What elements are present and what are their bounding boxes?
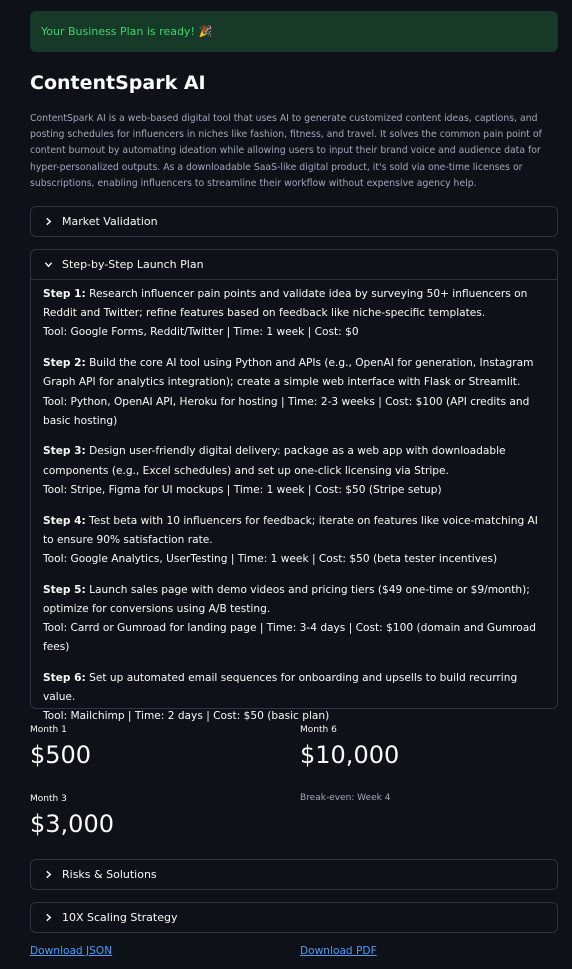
step-text: Research influencer pain points and vali… — [43, 288, 528, 320]
step-text: Design user-friendly digital delivery: p… — [43, 445, 506, 477]
step-item: Step 3: Design user-friendly digital del… — [43, 442, 545, 500]
download-pdf-link[interactable]: Download PDF — [300, 945, 377, 957]
app-description: ContentSpark AI is a web-based digital t… — [30, 113, 542, 189]
chevron-right-icon — [43, 217, 53, 227]
step-tool: Tool: Stripe, Figma for UI mockups | Tim… — [43, 483, 442, 496]
step-label: Step 5: — [43, 583, 86, 596]
step-tool: Tool: Python, OpenAI API, Heroku for hos… — [43, 395, 530, 427]
expander-scaling[interactable]: 10X Scaling Strategy — [30, 902, 558, 933]
step-tool: Tool: Google Forms, Reddit/Twitter | Tim… — [43, 326, 359, 339]
step-label: Step 2: — [43, 357, 86, 370]
expander-launch-plan[interactable]: Step-by-Step Launch Plan Step 1: Researc… — [30, 249, 558, 722]
launch-steps-list: Step 1: Research influencer pain points … — [31, 280, 557, 727]
metric-month1-label: Month 1 — [30, 725, 67, 735]
step-item: Step 4: Test beta with 10 influencers fo… — [43, 512, 545, 570]
app-title: ContentSpark AI — [30, 72, 206, 94]
metric-month3-value: $3,000 — [30, 810, 114, 838]
chevron-right-icon — [43, 870, 53, 880]
chevron-right-icon — [43, 913, 53, 923]
expander-label: Market Validation — [62, 215, 158, 228]
expander-header[interactable]: 10X Scaling Strategy — [31, 903, 557, 932]
step-text: Set up automated email sequences for onb… — [43, 671, 518, 704]
metric-month3-label: Month 3 — [30, 794, 67, 804]
success-alert: Your Business Plan is ready! 🎉 — [30, 11, 558, 52]
step-item: Step 1: Research influencer pain points … — [43, 285, 545, 343]
step-item: Step 2: Build the core AI tool using Pyt… — [43, 354, 545, 431]
metric-month6-label: Month 6 — [300, 725, 337, 735]
breakeven-note: Break-even: Week 4 — [300, 793, 391, 803]
expander-header[interactable]: Step-by-Step Launch Plan — [31, 250, 557, 280]
chevron-down-icon — [43, 260, 53, 270]
expander-label: 10X Scaling Strategy — [62, 911, 178, 924]
success-alert-text: Your Business Plan is ready! — [41, 25, 195, 38]
step-label: Step 1: — [43, 288, 86, 300]
step-item: Step 5: Launch sales page with demo vide… — [43, 581, 545, 658]
step-text: Launch sales page with demo videos and p… — [43, 583, 530, 615]
step-tool: Tool: Carrd or Gumroad for landing page … — [43, 622, 536, 654]
step-label: Step 4: — [43, 514, 86, 527]
party-popper-icon: 🎉 — [198, 25, 213, 38]
page: Your Business Plan is ready! 🎉 ContentSp… — [0, 0, 572, 969]
expander-header[interactable]: Market Validation — [31, 207, 557, 236]
step-text: Test beta with 10 influencers for feedba… — [43, 514, 538, 546]
expander-header[interactable]: Risks & Solutions — [31, 860, 557, 889]
step-tool: Tool: Google Analytics, UserTesting | Ti… — [43, 552, 498, 565]
expander-label: Step-by-Step Launch Plan — [62, 258, 204, 271]
step-label: Step 3: — [43, 445, 86, 458]
metric-month6-value: $10,000 — [300, 741, 400, 769]
step-tool: Tool: Mailchimp | Time: 2 days | Cost: $… — [43, 710, 330, 723]
expander-market-validation[interactable]: Market Validation — [30, 206, 558, 237]
expander-label: Risks & Solutions — [62, 868, 157, 881]
step-label: Step 6: — [43, 671, 86, 684]
step-item: Step 6: Set up automated email sequences… — [43, 669, 545, 727]
metric-month1-value: $500 — [30, 741, 92, 769]
download-json-link[interactable]: Download JSON — [30, 945, 112, 957]
expander-risks[interactable]: Risks & Solutions — [30, 859, 558, 890]
step-text: Build the core AI tool using Python and … — [43, 357, 534, 389]
